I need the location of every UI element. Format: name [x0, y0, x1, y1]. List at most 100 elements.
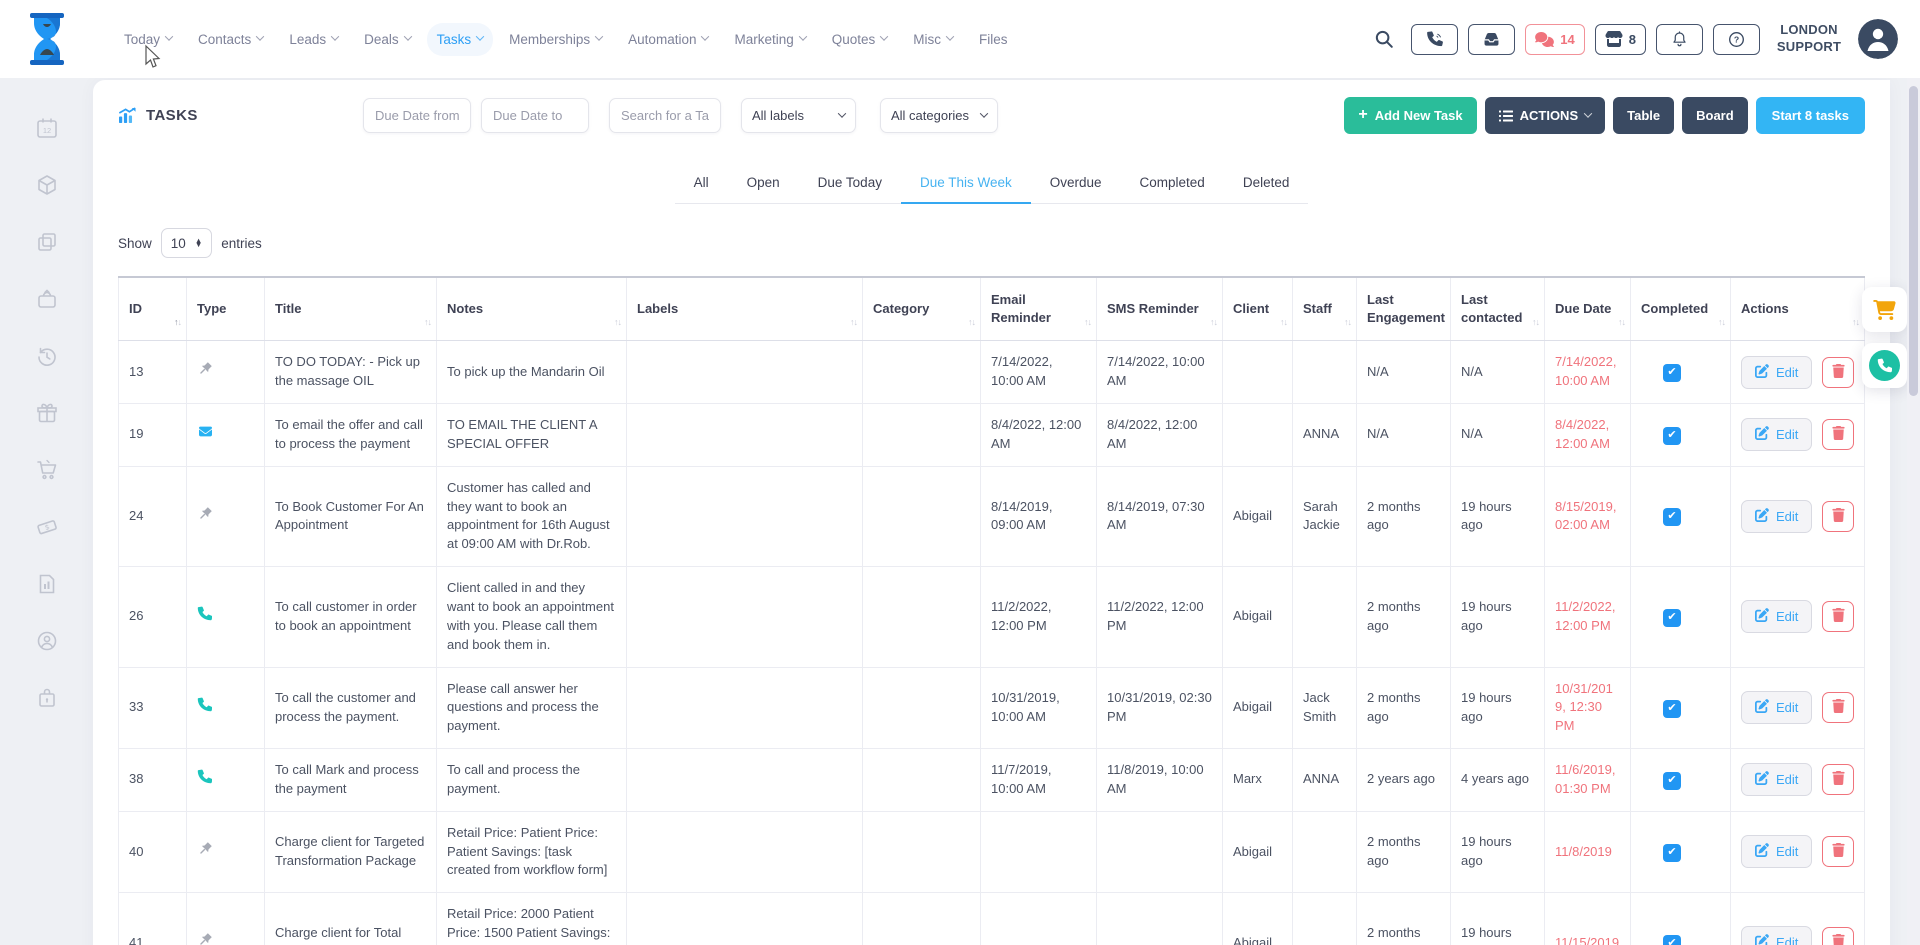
due-date-from-input[interactable]	[363, 98, 471, 133]
delete-button[interactable]	[1822, 501, 1854, 532]
task-type	[187, 341, 265, 404]
nav-item-tasks[interactable]: Tasks	[427, 23, 494, 56]
completed-checkbox[interactable]: ✔	[1663, 844, 1681, 862]
tab-open[interactable]: Open	[728, 164, 799, 203]
column-header-last-engagement[interactable]: Last Engagement	[1357, 277, 1451, 341]
delete-button[interactable]	[1822, 836, 1854, 867]
copy-icon[interactable]	[35, 230, 59, 254]
whatsapp-widget[interactable]	[1862, 343, 1907, 388]
edit-button[interactable]: Edit	[1741, 835, 1812, 868]
nav-item-quotes[interactable]: Quotes	[822, 23, 898, 56]
edit-button[interactable]: Edit	[1741, 600, 1812, 633]
nav-item-memberships[interactable]: Memberships	[499, 23, 612, 56]
column-header-type[interactable]: Type	[187, 277, 265, 341]
table-view-button[interactable]: Table	[1613, 97, 1674, 134]
edit-button[interactable]: Edit	[1741, 356, 1812, 389]
column-header-client[interactable]: Client↑↓	[1223, 277, 1293, 341]
case-icon[interactable]	[35, 686, 59, 710]
chat-button[interactable]: 14	[1525, 24, 1584, 55]
completed-checkbox[interactable]: ✔	[1663, 609, 1681, 627]
edit-button[interactable]: Edit	[1741, 418, 1812, 451]
completed-checkbox[interactable]: ✔	[1663, 508, 1681, 526]
column-header-completed[interactable]: Completed↑↓	[1631, 277, 1731, 341]
page-scrollbar[interactable]	[1907, 78, 1920, 945]
cube-icon[interactable]	[35, 173, 59, 197]
nav-item-files[interactable]: Files	[969, 23, 1018, 56]
start-tasks-button[interactable]: Start 8 tasks	[1756, 97, 1865, 134]
column-header-notes[interactable]: Notes↑↓	[437, 277, 627, 341]
nav-item-leads[interactable]: Leads	[279, 23, 348, 56]
phone-button[interactable]	[1411, 24, 1458, 55]
column-header-last-contacted[interactable]: Last contacted↑↓	[1451, 277, 1545, 341]
nav-item-automation[interactable]: Automation	[618, 23, 718, 56]
column-header-title[interactable]: Title↑↓	[265, 277, 437, 341]
edit-button[interactable]: Edit	[1741, 763, 1812, 796]
edit-button[interactable]: Edit	[1741, 926, 1812, 945]
cart-widget[interactable]	[1862, 287, 1907, 332]
delete-button[interactable]	[1822, 692, 1854, 723]
tab-completed[interactable]: Completed	[1121, 164, 1224, 203]
column-header-category[interactable]: Category↑↓	[863, 277, 981, 341]
tab-all[interactable]: All	[675, 164, 728, 203]
categories-filter-select[interactable]: All categories	[880, 98, 998, 133]
report-icon[interactable]	[35, 572, 59, 596]
edit-button[interactable]: Edit	[1741, 500, 1812, 533]
inbox-button[interactable]	[1468, 24, 1515, 55]
delete-button[interactable]	[1822, 764, 1854, 795]
scrollbar-thumb[interactable]	[1909, 86, 1918, 396]
edit-button[interactable]: Edit	[1741, 691, 1812, 724]
nav-item-contacts[interactable]: Contacts	[188, 23, 273, 56]
labels-filter-select[interactable]: All labels	[741, 98, 856, 133]
delete-button[interactable]	[1822, 419, 1854, 450]
nav-item-misc[interactable]: Misc	[903, 23, 963, 56]
nav-item-deals[interactable]: Deals	[354, 23, 421, 56]
nav-item-marketing[interactable]: Marketing	[724, 23, 815, 56]
coupon-icon[interactable]: $	[35, 515, 59, 539]
delete-button[interactable]	[1822, 601, 1854, 632]
search-icon[interactable]	[1373, 28, 1395, 50]
completed-checkbox[interactable]: ✔	[1663, 700, 1681, 718]
completed-checkbox[interactable]: ✔	[1663, 935, 1681, 945]
delete-button[interactable]	[1822, 357, 1854, 388]
column-header-due-date[interactable]: Due Date↑↓	[1545, 277, 1631, 341]
tab-overdue[interactable]: Overdue	[1031, 164, 1121, 203]
basket-icon[interactable]	[35, 287, 59, 311]
tab-due-this-week[interactable]: Due This Week	[901, 164, 1031, 203]
column-header-email-reminder[interactable]: Email Reminder↑↓	[981, 277, 1097, 341]
chevron-down-icon	[799, 32, 807, 40]
column-header-sms-reminder[interactable]: SMS Reminder↑↓	[1097, 277, 1223, 341]
actions-button[interactable]: ACTIONS	[1485, 97, 1606, 134]
task-labels	[627, 404, 863, 467]
column-header-labels[interactable]: Labels↑↓	[627, 277, 863, 341]
nav-item-today[interactable]: Today	[114, 23, 182, 56]
task-id: 40	[119, 811, 187, 893]
cart-icon[interactable]	[35, 458, 59, 482]
gift-icon[interactable]	[35, 401, 59, 425]
column-header-staff[interactable]: Staff↑↓	[1293, 277, 1357, 341]
app-logo[interactable]	[22, 10, 72, 68]
calendar-icon[interactable]: 12	[35, 116, 59, 140]
board-view-button[interactable]: Board	[1682, 97, 1748, 134]
task-search-input[interactable]	[609, 98, 721, 133]
avatar[interactable]	[1858, 19, 1898, 59]
inbox-icon	[1482, 31, 1501, 48]
due-date-to-input[interactable]	[481, 98, 589, 133]
column-header-actions[interactable]: Actions↑↓	[1731, 277, 1865, 341]
store-button[interactable]: 8	[1595, 24, 1646, 55]
completed-checkbox[interactable]: ✔	[1663, 364, 1681, 382]
history-icon[interactable]	[35, 344, 59, 368]
completed-checkbox[interactable]: ✔	[1663, 427, 1681, 445]
tab-deleted[interactable]: Deleted	[1224, 164, 1309, 203]
add-new-task-button[interactable]: + Add New Task	[1344, 97, 1476, 134]
delete-button[interactable]	[1822, 927, 1854, 945]
tab-due-today[interactable]: Due Today	[799, 164, 901, 203]
notifications-button[interactable]	[1656, 24, 1703, 55]
help-button[interactable]: ?	[1713, 24, 1760, 55]
email-reminder: 7/14/2022, 10:00 AM	[981, 341, 1097, 404]
contact-icon[interactable]	[35, 629, 59, 653]
column-header-id[interactable]: ID↑↓	[119, 277, 187, 341]
page-size-select[interactable]: 10 ▲▼	[161, 228, 212, 258]
completed-checkbox[interactable]: ✔	[1663, 772, 1681, 790]
task-notes: Retail Price: 2000 Patient Price: 1500 P…	[437, 893, 627, 945]
chevron-down-icon	[476, 32, 484, 40]
